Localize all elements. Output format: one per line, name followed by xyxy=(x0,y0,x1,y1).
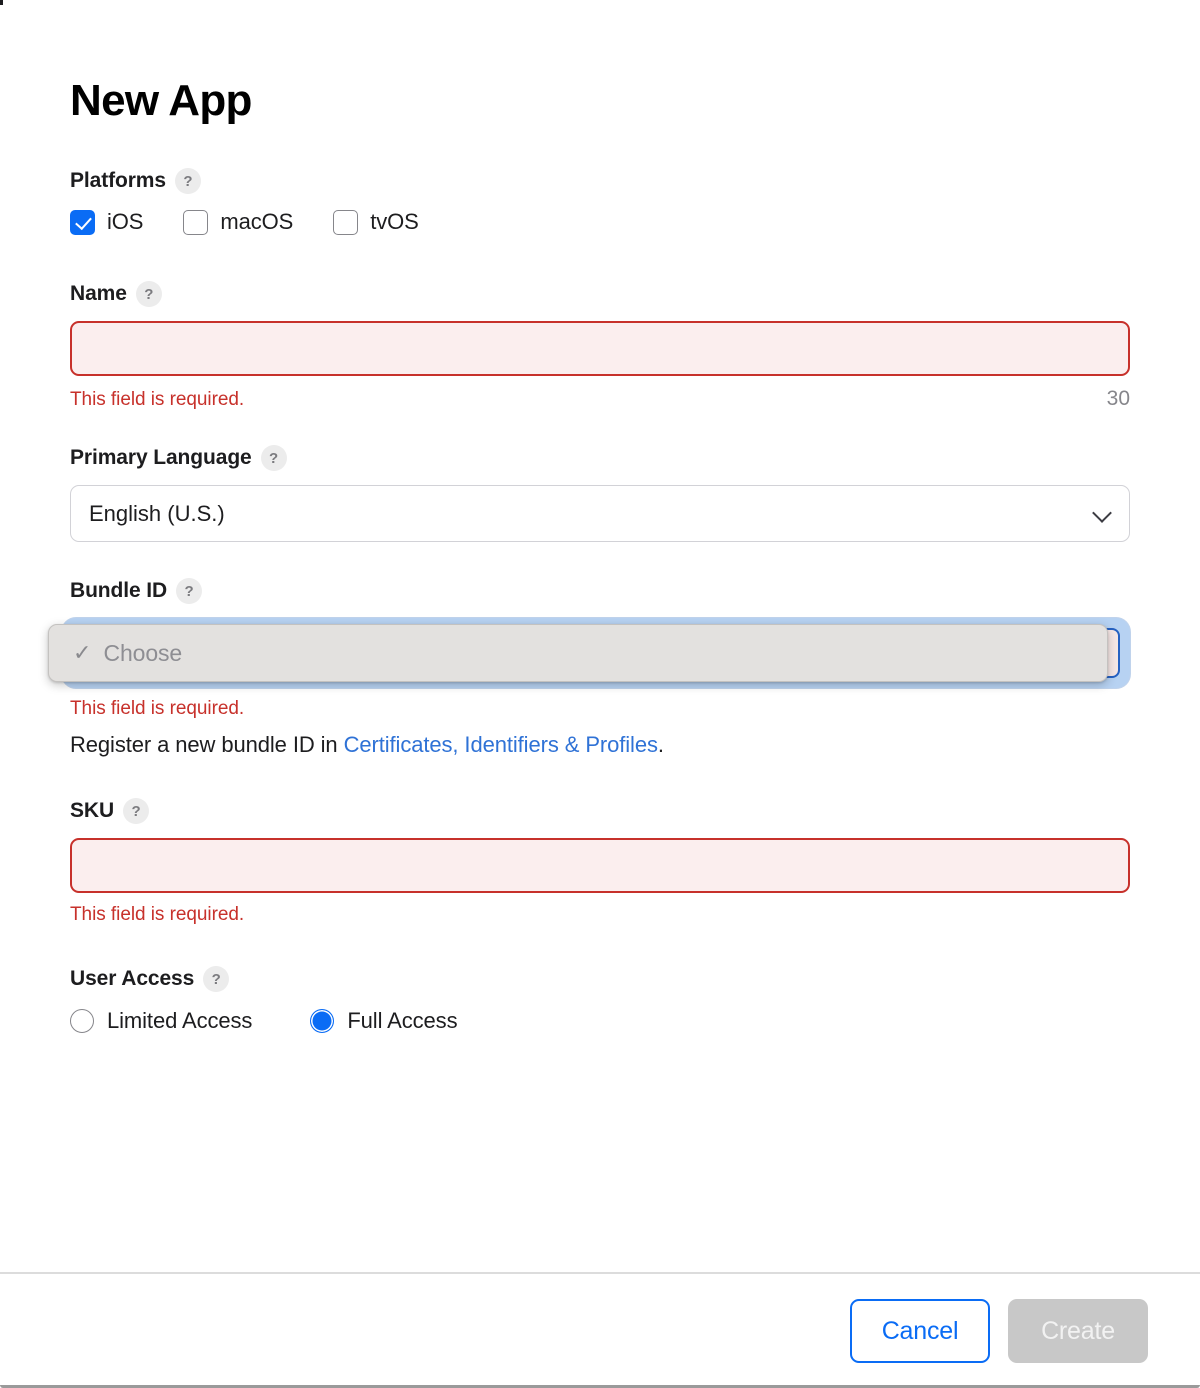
page-title: New App xyxy=(70,0,1130,124)
radio-full-access[interactable]: Full Access xyxy=(310,1008,457,1034)
help-icon[interactable]: ? xyxy=(123,798,149,824)
chevron-down-icon[interactable] xyxy=(1094,505,1111,522)
checkmark-icon: ✓ xyxy=(73,642,91,664)
sku-input[interactable] xyxy=(70,838,1130,893)
name-error-text: This field is required. xyxy=(70,389,244,411)
help-icon[interactable]: ? xyxy=(203,966,229,992)
bundle-id-error-text: This field is required. xyxy=(70,698,244,719)
bundle-id-label: Bundle ID xyxy=(70,579,167,603)
bundle-id-hint: Register a new bundle ID in Certificates… xyxy=(70,732,1130,758)
radio-icon[interactable] xyxy=(70,1009,94,1033)
cancel-button[interactable]: Cancel xyxy=(850,1299,990,1363)
new-app-dialog: New App Platforms ? iOS macOS tvOS xyxy=(0,0,1200,1388)
bundle-id-field: Bundle ID ? ✓ Choose This field is requi… xyxy=(70,578,1130,758)
checkbox-icon[interactable] xyxy=(333,210,358,235)
help-icon[interactable]: ? xyxy=(175,168,201,194)
name-character-counter: 30 xyxy=(1107,387,1130,411)
primary-language-select-wrap: English (U.S.) xyxy=(70,485,1130,542)
checkbox-label: iOS xyxy=(107,209,143,235)
name-label-row: Name ? xyxy=(70,281,1130,307)
checkbox-icon-checked[interactable] xyxy=(70,210,95,235)
primary-language-value: English (U.S.) xyxy=(89,501,225,527)
bundle-id-popup-value: Choose xyxy=(103,640,182,667)
bundle-id-hint-suffix: . xyxy=(658,732,664,757)
checkbox-ios[interactable]: iOS xyxy=(70,209,143,235)
help-icon[interactable]: ? xyxy=(136,281,162,307)
user-access-field: User Access ? Limited Access Full Access xyxy=(70,966,1130,1034)
radio-label: Full Access xyxy=(347,1008,457,1034)
primary-language-label-row: Primary Language ? xyxy=(70,445,1130,471)
radio-icon-selected[interactable] xyxy=(310,1009,334,1033)
checkbox-label: macOS xyxy=(220,209,293,235)
user-access-options: Limited Access Full Access xyxy=(70,1008,1130,1034)
checkbox-macos[interactable]: macOS xyxy=(183,209,293,235)
dialog-body: New App Platforms ? iOS macOS tvOS xyxy=(0,0,1200,1272)
sku-error-text: This field is required. xyxy=(70,904,244,926)
help-icon[interactable]: ? xyxy=(176,578,202,604)
platforms-label-row: Platforms ? xyxy=(70,168,1130,194)
checkbox-icon[interactable] xyxy=(183,210,208,235)
platforms-label: Platforms xyxy=(70,169,166,193)
sku-field: SKU ? This field is required. xyxy=(70,798,1130,926)
certificates-identifiers-profiles-link[interactable]: Certificates, Identifiers & Profiles xyxy=(344,732,658,757)
dialog-footer: Cancel Create xyxy=(0,1272,1200,1388)
checkbox-tvos[interactable]: tvOS xyxy=(333,209,419,235)
name-label: Name xyxy=(70,282,127,306)
help-icon[interactable]: ? xyxy=(261,445,287,471)
primary-language-select[interactable]: English (U.S.) xyxy=(70,485,1130,542)
name-below-row: This field is required. 30 xyxy=(70,387,1130,411)
sku-below-row: This field is required. xyxy=(70,904,1130,926)
name-field: Name ? This field is required. 30 xyxy=(70,281,1130,411)
bundle-id-label-row: Bundle ID ? xyxy=(70,578,1130,604)
primary-language-field: Primary Language ? English (U.S.) xyxy=(70,445,1130,542)
bundle-id-popup-menu[interactable]: ✓ Choose xyxy=(48,624,1108,682)
radio-label: Limited Access xyxy=(107,1008,252,1034)
checkbox-label: tvOS xyxy=(370,209,419,235)
primary-language-label: Primary Language xyxy=(70,446,252,470)
create-button[interactable]: Create xyxy=(1008,1299,1148,1363)
radio-limited-access[interactable]: Limited Access xyxy=(70,1008,252,1034)
sku-label-row: SKU ? xyxy=(70,798,1130,824)
platforms-options: iOS macOS tvOS xyxy=(70,209,1130,235)
sku-label: SKU xyxy=(70,799,114,823)
platforms-field: Platforms ? iOS macOS tvOS xyxy=(70,168,1130,235)
user-access-label-row: User Access ? xyxy=(70,966,1130,992)
name-input[interactable] xyxy=(70,321,1130,376)
bundle-id-hint-prefix: Register a new bundle ID in xyxy=(70,732,344,757)
bundle-id-select-stack: ✓ Choose xyxy=(70,618,1130,692)
bundle-id-error-row: This field is required. xyxy=(70,698,1130,720)
user-access-label: User Access xyxy=(70,967,194,991)
